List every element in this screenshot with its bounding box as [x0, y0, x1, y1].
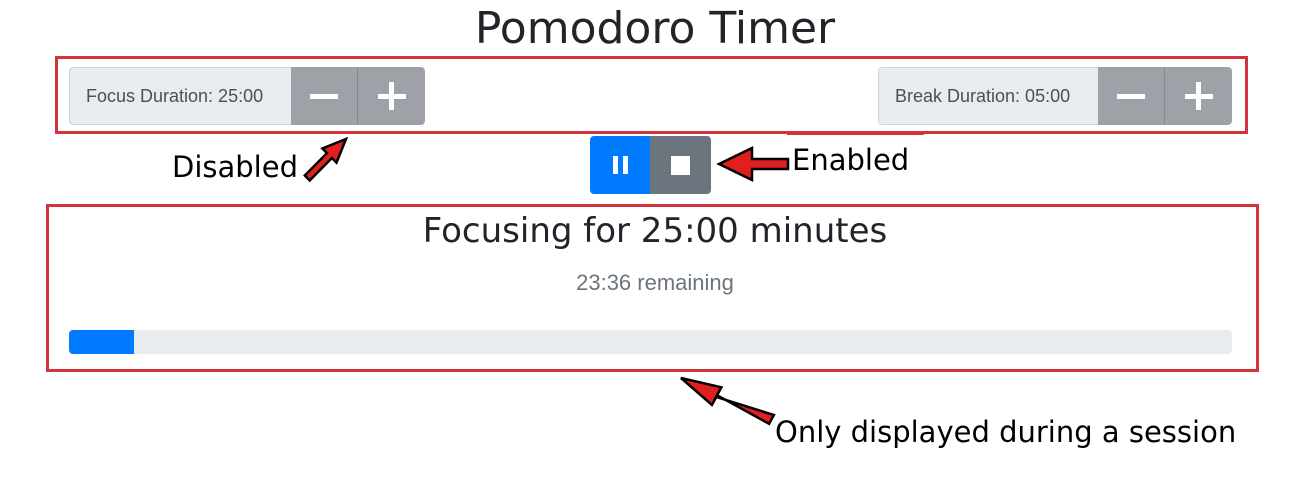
focus-decrease-button[interactable] — [291, 67, 358, 125]
stop-icon — [671, 155, 690, 175]
annotation-label-enabled: Enabled — [792, 143, 910, 177]
focus-duration-group: Focus Duration: 25:00 — [69, 67, 425, 125]
session-heading: Focusing for 25:00 minutes — [422, 211, 888, 251]
session-progress-bar — [69, 330, 135, 354]
plus-icon — [1184, 82, 1213, 110]
break-duration-label: Break Duration: 05:00 — [878, 67, 1098, 125]
annotation-underline — [787, 132, 924, 135]
focus-increase-button[interactable] — [358, 67, 425, 125]
annotation-label-disabled: Disabled — [172, 150, 298, 184]
minus-icon — [310, 93, 338, 99]
session-progress — [69, 330, 1232, 354]
session-control-group — [590, 136, 711, 194]
break-increase-button[interactable] — [1165, 67, 1232, 125]
annotation-arrow-icon — [303, 136, 349, 183]
page-title: Pomodoro Timer — [474, 3, 836, 54]
pause-icon — [612, 156, 628, 174]
break-decrease-button[interactable] — [1098, 67, 1165, 125]
break-duration-group: Break Duration: 05:00 — [878, 67, 1232, 125]
stop-button[interactable] — [650, 136, 711, 194]
time-remaining: 23:36 remaining — [576, 270, 734, 295]
plus-icon — [377, 82, 406, 110]
minus-icon — [1117, 93, 1145, 99]
focus-duration-label: Focus Duration: 25:00 — [69, 67, 291, 125]
annotation-arrow-icon — [716, 146, 790, 182]
annotation-arrow-icon — [680, 376, 776, 426]
pause-button[interactable] — [590, 136, 650, 194]
annotation-label-session: Only displayed during a session — [775, 415, 1237, 449]
